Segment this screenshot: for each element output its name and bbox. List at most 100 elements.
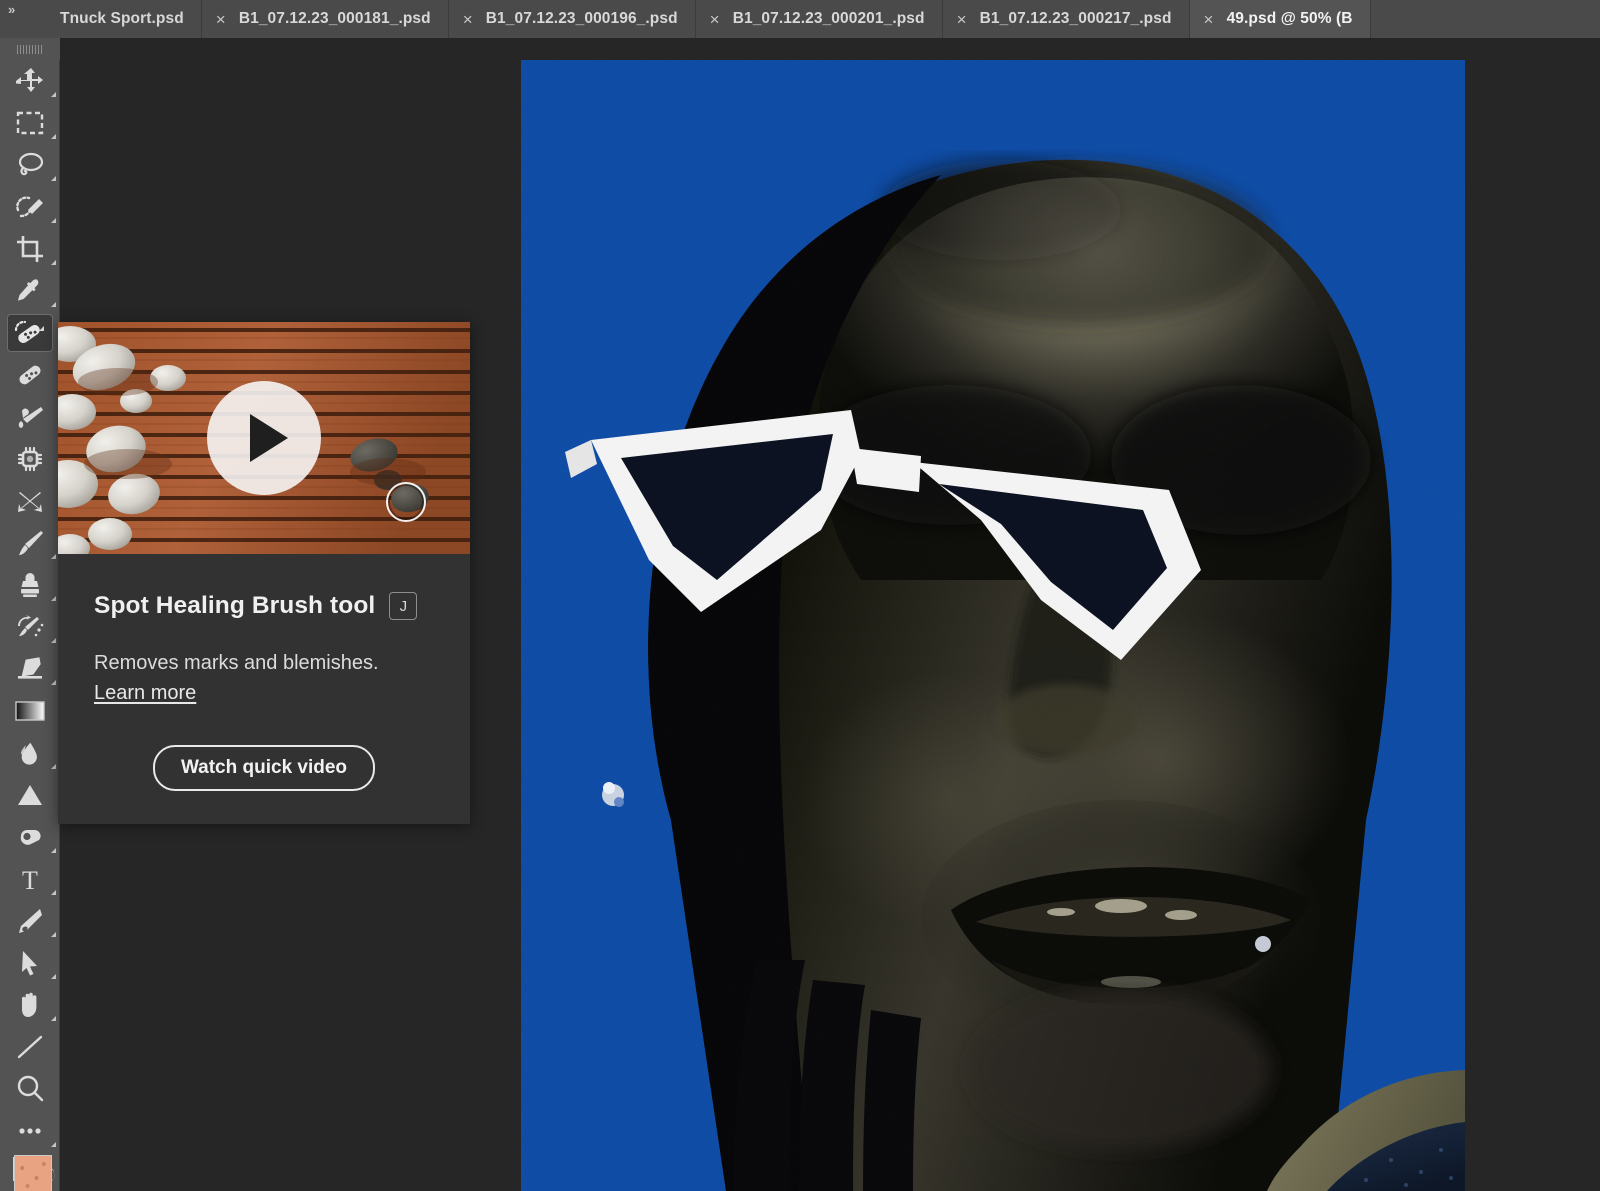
tooltip-title-row: Spot Healing Brush tool J (94, 592, 434, 620)
portrait-photo (521, 60, 1465, 1191)
patch-tool[interactable] (0, 396, 60, 438)
burn-tool[interactable] (0, 816, 60, 858)
quick-color-swatch[interactable] (14, 1155, 52, 1191)
edit-toolbar-tool[interactable] (0, 1110, 60, 1152)
zoom-tool[interactable] (0, 1068, 60, 1110)
tool-flyout-indicator (51, 638, 56, 643)
crop-icon (17, 236, 43, 262)
document-tab-label: B1_07.12.23_000181_.psd (238, 10, 431, 27)
tooltip-shortcut-key: J (389, 592, 418, 620)
close-icon[interactable]: × (957, 11, 967, 28)
tools-panel: T (0, 38, 60, 1191)
close-icon[interactable]: × (463, 11, 473, 28)
document-tab[interactable]: × B1_07.12.23_000181_.psd (201, 0, 449, 38)
document-tab-label: B1_07.12.23_000196_.psd (485, 10, 678, 27)
quick-selection-icon (16, 196, 43, 218)
tool-flyout-indicator (51, 680, 56, 685)
pen-tool[interactable] (0, 900, 60, 942)
lasso-icon (18, 152, 44, 176)
crossed-arrows-icon (18, 492, 42, 512)
magnifier-icon (17, 1075, 44, 1102)
chevron-double-right-icon: » (8, 2, 16, 17)
dodge-tool[interactable] (0, 774, 60, 816)
path-selection-tool[interactable] (0, 942, 60, 984)
tool-flyout-indicator (51, 890, 56, 895)
tool-flyout-indicator (51, 596, 56, 601)
document-tab[interactable]: Tnuck Sport.psd (60, 0, 202, 38)
spot-healing-brush-tool[interactable] (0, 312, 60, 354)
close-icon[interactable]: × (216, 11, 226, 28)
document-tab[interactable]: × B1_07.12.23_000196_.psd (448, 0, 696, 38)
brush-tool[interactable] (0, 522, 60, 564)
watch-quick-video-button[interactable]: Watch quick video (152, 745, 376, 791)
document-tab[interactable]: × B1_07.12.23_000201_.psd (695, 0, 943, 38)
clone-stamp-tool[interactable] (0, 564, 60, 606)
play-button[interactable] (207, 381, 321, 495)
line-icon (17, 1035, 43, 1059)
toolbar-collapse-button[interactable]: » (0, 0, 60, 38)
eyedropper-tool[interactable] (0, 270, 60, 312)
toolbar-drag-handle[interactable] (0, 38, 60, 60)
document-tab-label: B1_07.12.23_000217_.psd (979, 10, 1172, 27)
tooltip-video-thumbnail[interactable] (58, 322, 470, 554)
history-brush-tool[interactable] (0, 606, 60, 648)
tooltip-title: Spot Healing Brush tool (94, 592, 376, 619)
close-icon[interactable]: × (710, 11, 720, 28)
move-icon (16, 68, 43, 92)
dodge-burn-icon (20, 830, 41, 845)
path-arrow-icon (22, 951, 37, 976)
hand-icon (22, 992, 37, 1017)
patch-brush-icon (18, 407, 43, 428)
eyedropper-icon (17, 279, 39, 301)
tool-flyout-indicator (51, 134, 56, 139)
tool-flyout-indicator (51, 302, 56, 307)
ellipsis-icon (19, 1128, 41, 1134)
healing-brush-tool[interactable] (0, 354, 60, 396)
bandage-icon (19, 365, 41, 385)
tool-flyout-indicator (51, 932, 56, 937)
tool-flyout-indicator (38, 325, 44, 331)
move-tool[interactable] (0, 60, 60, 102)
tool-flyout-indicator (51, 974, 56, 979)
brush-cursor-circle-icon (386, 482, 426, 522)
horizontal-type-tool[interactable]: T (0, 858, 60, 900)
content-aware-move-tool[interactable] (0, 480, 60, 522)
crop-tool[interactable] (0, 228, 60, 270)
gradient-icon (15, 701, 45, 721)
hand-tool[interactable] (0, 984, 60, 1026)
tool-flyout-indicator (51, 218, 56, 223)
rectangular-marquee-tool[interactable] (0, 102, 60, 144)
tool-flyout-indicator (51, 554, 56, 559)
sharpen-triangle-icon (18, 785, 42, 805)
document-tab[interactable]: × B1_07.12.23_000217_.psd (942, 0, 1190, 38)
tool-flyout-indicator (51, 764, 56, 769)
document-tab-label: B1_07.12.23_000201_.psd (732, 10, 925, 27)
document-tab-label: Tnuck Sport.psd (60, 10, 184, 27)
document-tab-active[interactable]: × 49.psd @ 50% (B (1189, 0, 1371, 38)
eraser-tool[interactable] (0, 648, 60, 690)
blur-tool[interactable] (0, 732, 60, 774)
learn-more-link[interactable]: Learn more (94, 682, 196, 705)
remove-tool[interactable] (0, 438, 60, 480)
tooltip-description: Removes marks and blemishes. (94, 652, 379, 674)
tool-flyout-indicator (51, 1016, 56, 1021)
document-canvas[interactable] (521, 60, 1465, 1191)
tooltip-body: Spot Healing Brush tool J Removes marks … (58, 554, 470, 791)
type-t-icon: T (22, 866, 38, 893)
object-selection-tool[interactable] (0, 186, 60, 228)
tool-flyout-indicator (51, 176, 56, 181)
document-tab-bar: » Tnuck Sport.psd × B1_07.12.23_000181_.… (0, 0, 1600, 38)
tool-flyout-indicator (51, 848, 56, 853)
play-triangle-icon (250, 414, 288, 462)
tool-flyout-indicator (51, 1142, 56, 1147)
eraser-icon (18, 657, 42, 679)
rich-tooltip-popup: Spot Healing Brush tool J Removes marks … (58, 322, 470, 824)
close-icon[interactable]: × (1204, 11, 1214, 28)
gradient-tool[interactable] (0, 690, 60, 732)
line-tool[interactable] (0, 1026, 60, 1068)
document-tab-label: 49.psd @ 50% (B (1226, 10, 1353, 27)
lasso-tool[interactable] (0, 144, 60, 186)
history-brush-icon (17, 615, 44, 637)
spot-healing-brush-icon (14, 320, 40, 344)
tool-flyout-indicator (51, 92, 56, 97)
